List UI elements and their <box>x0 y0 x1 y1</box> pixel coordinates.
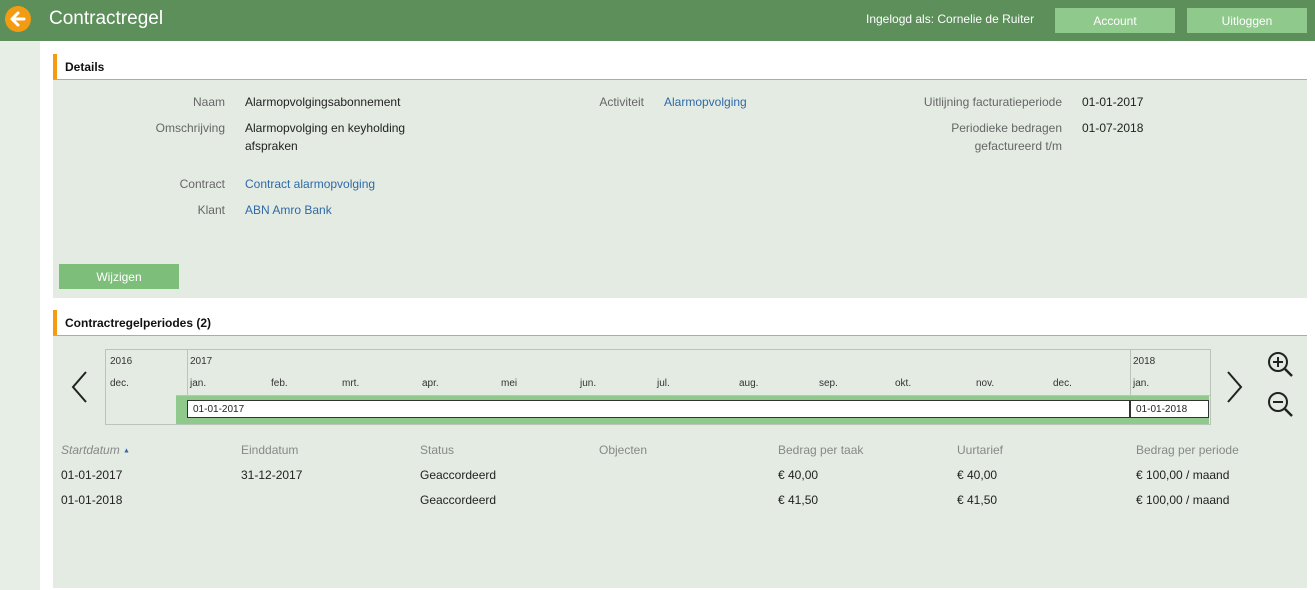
column-header-objecten[interactable]: Objecten <box>599 443 647 457</box>
timeline-period-1[interactable]: 01-01-2017 <box>187 400 1130 418</box>
omschrijving-label: Omschrijving <box>155 121 225 135</box>
uitlijning-label: Uitlijning facturatieperiode <box>923 95 1062 109</box>
naam-value: Alarmopvolgingsabonnement <box>245 95 401 109</box>
timeline-month: sep. <box>819 378 838 389</box>
timeline-month: mei <box>501 378 518 389</box>
timeline-year: 2018 <box>1133 356 1156 367</box>
column-header-label: Startdatum <box>61 443 120 457</box>
omschrijving-value-line2: afspraken <box>245 139 298 153</box>
details-section-title: Details <box>65 60 105 74</box>
cell-uurtarief: € 40,00 <box>957 468 998 482</box>
section-accent <box>53 310 57 335</box>
column-header-bedrag-per-periode[interactable]: Bedrag per periode <box>1136 443 1239 457</box>
klant-label: Klant <box>197 203 225 217</box>
periods-section-title: Contractregelperiodes (2) <box>65 316 212 330</box>
omschrijving-value-line1: Alarmopvolging en keyholding <box>245 121 406 135</box>
timeline-month: nov. <box>976 378 995 389</box>
cell-einddatum: 31-12-2017 <box>241 468 303 482</box>
timeline-month: okt. <box>895 378 912 389</box>
timeline-divider <box>187 350 188 395</box>
timeline-month: jan. <box>190 378 207 389</box>
timeline-month: aug. <box>739 378 759 389</box>
cell-startdatum: 01-01-2018 <box>61 493 123 507</box>
zoom-in-icon[interactable] <box>1266 350 1294 378</box>
left-strip <box>0 41 40 590</box>
page-title: Contractregel <box>49 8 164 29</box>
timeline-divider <box>1130 350 1131 395</box>
login-info: Ingelogd als: Cornelie de Ruiter <box>866 12 1035 26</box>
timeline-empty-cell <box>106 395 177 424</box>
timeline-month: dec. <box>110 378 129 389</box>
details-section-header: Details <box>53 54 1307 80</box>
periodiek-value: 01-07-2018 <box>1082 121 1144 135</box>
timeline-month: apr. <box>422 378 439 389</box>
cell-bedrag-per-taak: € 41,50 <box>778 493 819 507</box>
cell-status: Geaccordeerd <box>420 468 497 482</box>
timeline-period-2[interactable]: 01-01-2018 <box>1130 400 1209 418</box>
timeline-month: dec. <box>1053 378 1072 389</box>
logout-button[interactable]: Uitloggen <box>1187 8 1307 33</box>
column-header-bedrag-per-taak[interactable]: Bedrag per taak <box>778 443 863 457</box>
chevron-left-icon[interactable] <box>68 370 92 404</box>
activiteit-link[interactable]: Alarmopvolging <box>664 95 747 109</box>
timeline-year: 2016 <box>110 356 133 367</box>
zoom-out-icon[interactable] <box>1266 390 1294 418</box>
contract-link[interactable]: Contract alarmopvolging <box>245 177 375 191</box>
timeline-year: 2017 <box>190 356 213 367</box>
activiteit-label: Activiteit <box>599 95 644 109</box>
edit-button[interactable]: Wijzigen <box>59 264 179 289</box>
timeline-month: feb. <box>271 378 288 389</box>
uitlijning-value: 01-01-2017 <box>1082 95 1144 109</box>
top-bar: Contractregel Ingelogd als: Cornelie de … <box>0 0 1315 42</box>
sort-asc-icon: ▲ <box>123 447 130 455</box>
cell-startdatum: 01-01-2017 <box>61 468 123 482</box>
periodiek-label-line2: gefactureerd t/m <box>974 139 1062 153</box>
column-header-startdatum[interactable]: Startdatum ▲ <box>61 443 130 457</box>
details-panel <box>53 80 1307 298</box>
cell-bedrag-per-taak: € 40,00 <box>778 468 819 482</box>
arrow-left-icon <box>10 11 26 27</box>
column-header-einddatum[interactable]: Einddatum <box>241 443 298 457</box>
timeline-month: jun. <box>580 378 597 389</box>
timeline-month: jan. <box>1133 378 1150 389</box>
chevron-right-icon[interactable] <box>1222 370 1246 404</box>
account-button[interactable]: Account <box>1055 8 1175 33</box>
cell-bedrag-per-periode: € 100,00 / maand <box>1136 493 1230 507</box>
column-header-status[interactable]: Status <box>420 443 454 457</box>
periods-section-header: Contractregelperiodes (2) <box>53 310 1307 336</box>
cell-bedrag-per-periode: € 100,00 / maand <box>1136 468 1230 482</box>
back-button[interactable] <box>5 6 31 32</box>
cell-uurtarief: € 41,50 <box>957 493 998 507</box>
periodiek-label-line1: Periodieke bedragen <box>951 121 1062 135</box>
section-accent <box>53 54 57 79</box>
cell-status: Geaccordeerd <box>420 493 497 507</box>
naam-label: Naam <box>192 95 225 109</box>
contract-label: Contract <box>179 177 225 191</box>
timeline-month: mrt. <box>342 378 360 389</box>
klant-link[interactable]: ABN Amro Bank <box>245 203 332 217</box>
timeline-month: jul. <box>657 378 670 389</box>
column-header-uurtarief[interactable]: Uurtarief <box>957 443 1003 457</box>
